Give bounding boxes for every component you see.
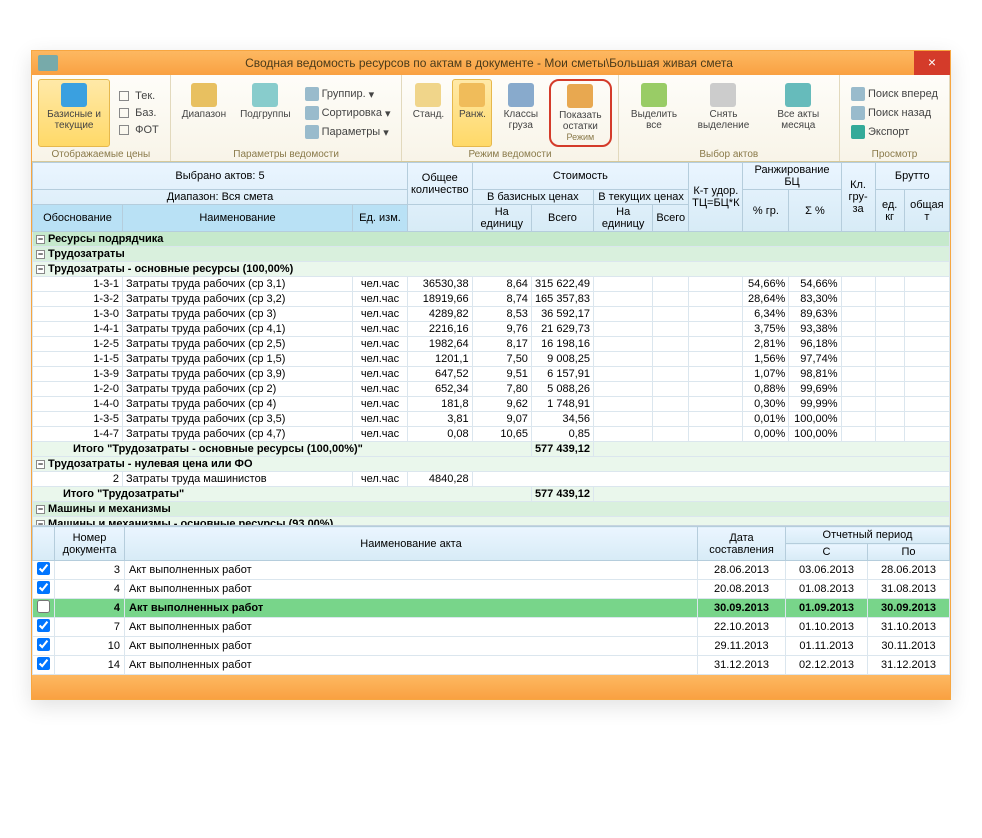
select-all-icon — [641, 83, 667, 107]
ribbon-group-view: Поиск вперед Поиск назад Экспорт Просмот… — [840, 75, 950, 161]
ribbon-group-mode: Станд. Ранж. Классы груза Показать остат… — [402, 75, 618, 161]
cargo-icon — [508, 83, 534, 107]
col-brutto: Брутто — [875, 163, 949, 190]
acts-panel: Номер документа Наименование акта Дата с… — [32, 526, 950, 675]
total-row: Итого "Трудозатраты - основные ресурсы (… — [33, 442, 950, 457]
deselect-icon — [710, 83, 736, 107]
btn-subgroups[interactable]: Подгруппы — [235, 79, 295, 147]
ribbon-group-params: Диапазон Подгруппы Группир. ▾ Сортировка… — [171, 75, 403, 161]
subgroups-icon — [252, 83, 278, 107]
expander-icon[interactable]: − — [36, 265, 45, 274]
act-checkbox[interactable] — [37, 638, 50, 651]
sort-icon — [305, 106, 319, 120]
export-icon — [851, 125, 865, 139]
btn-find-next[interactable]: Поиск вперед — [846, 85, 943, 103]
act-row[interactable]: 10Акт выполненных работ29.11.201301.11.2… — [33, 637, 950, 656]
btn-deselect[interactable]: Снять выделение — [687, 79, 759, 147]
btn-standard[interactable]: Станд. — [408, 79, 448, 147]
col-kt: К-т удор. ТЦ=БЦ*К — [689, 163, 743, 232]
resource-row[interactable]: 1-4-0Затраты труда рабочих (ср 4)чел.час… — [33, 397, 950, 412]
resource-row[interactable]: 1-3-0Затраты труда рабочих (ср 3)чел.час… — [33, 307, 950, 322]
col-cost: Стоимость — [472, 163, 689, 190]
section-row[interactable]: −Машины и механизмы — [33, 502, 950, 517]
resource-row[interactable]: 1-3-2Затраты труда рабочих (ср 3,2)чел.ч… — [33, 292, 950, 307]
btn-select-all[interactable]: Выделить все — [625, 79, 684, 147]
month-acts-icon — [785, 83, 811, 107]
selected-acts-label: Выбрано актов: 5 — [175, 170, 264, 182]
act-checkbox[interactable] — [37, 562, 50, 575]
act-row[interactable]: 4Акт выполненных работ30.09.201301.09.20… — [33, 599, 950, 618]
act-checkbox[interactable] — [37, 657, 50, 670]
resource-row[interactable]: 2Затраты труда машинистовчел.час4840,28 — [33, 472, 950, 487]
search-fwd-icon — [851, 87, 865, 101]
col-rank: Ранжирование БЦ — [743, 163, 841, 190]
btn-export[interactable]: Экспорт — [846, 123, 943, 141]
btn-all-month-acts[interactable]: Все акты месяца — [764, 79, 833, 147]
act-row[interactable]: 14Акт выполненных работ31.12.201302.12.2… — [33, 656, 950, 675]
range-icon — [191, 83, 217, 107]
act-checkbox[interactable] — [37, 600, 50, 613]
params-icon — [305, 125, 319, 139]
ribbon-group-acts: Выделить все Снять выделение Все акты ме… — [619, 75, 840, 161]
btn-show-remainders[interactable]: Показать остаткиРежим — [549, 79, 611, 147]
col-name[interactable]: Наименование — [123, 205, 353, 232]
btn-ranked[interactable]: Ранж. — [452, 79, 492, 147]
resource-row[interactable]: 1-4-7Затраты труда рабочих (ср 4,7)чел.ч… — [33, 427, 950, 442]
btn-cargo-classes[interactable]: Классы груза — [496, 79, 545, 147]
ribbon-group-prices: Базисные и текущие Тек. Баз. ФОТ Отображ… — [32, 75, 171, 161]
act-row[interactable]: 3Акт выполненных работ28.06.201303.06.20… — [33, 561, 950, 580]
section-row[interactable]: −Трудозатраты - основные ресурсы (100,00… — [33, 262, 950, 277]
expander-icon[interactable]: − — [36, 505, 45, 514]
col-obosn[interactable]: Обоснование — [33, 205, 123, 232]
expander-icon[interactable]: − — [36, 460, 45, 469]
resource-row[interactable]: 1-4-1Затраты труда рабочих (ср 4,1)чел.ч… — [33, 322, 950, 337]
titlebar: Сводная ведомость ресурсов по актам в до… — [32, 51, 950, 75]
act-checkbox[interactable] — [37, 619, 50, 632]
resource-row[interactable]: 1-2-5Затраты труда рабочих (ср 2,5)чел.ч… — [33, 337, 950, 352]
app-window: Сводная ведомость ресурсов по актам в до… — [31, 50, 951, 700]
window-title: Сводная ведомость ресурсов по актам в до… — [64, 56, 914, 70]
btn-group[interactable]: Группир. ▾ — [300, 85, 396, 103]
resource-row[interactable]: 1-1-5Затраты труда рабочих (ср 1,5)чел.ч… — [33, 352, 950, 367]
ribbon: Базисные и текущие Тек. Баз. ФОТ Отображ… — [32, 75, 950, 162]
grid-scroll[interactable]: Выбрано актов: 5 Общее количество Стоимо… — [32, 162, 950, 526]
act-row[interactable]: 4Акт выполненных работ20.08.201301.08.20… — [33, 580, 950, 599]
act-checkbox[interactable] — [37, 581, 50, 594]
total-row: Итого "Трудозатраты"577 439,12 — [33, 487, 950, 502]
app-icon — [38, 55, 58, 71]
btn-fot[interactable]: ФОТ — [114, 122, 164, 138]
btn-base-and-current[interactable]: Базисные и текущие — [38, 79, 110, 147]
btn-sort[interactable]: Сортировка ▾ — [300, 104, 396, 122]
expander-icon[interactable]: − — [36, 235, 45, 244]
section-row[interactable]: −Трудозатраты — [33, 247, 950, 262]
resource-row[interactable]: 1-3-1Затраты труда рабочих (ср 3,1)чел.ч… — [33, 277, 950, 292]
prices-icon — [61, 83, 87, 107]
btn-base[interactable]: Баз. — [114, 105, 164, 121]
btn-params[interactable]: Параметры ▾ — [300, 123, 396, 141]
statusbar — [32, 675, 950, 699]
btn-current[interactable]: Тек. — [114, 88, 164, 104]
expander-icon[interactable]: − — [36, 520, 45, 526]
group-icon — [305, 87, 319, 101]
resource-row[interactable]: 1-2-0Затраты труда рабочих (ср 2)чел.час… — [33, 382, 950, 397]
resource-grid: Выбрано актов: 5 Общее количество Стоимо… — [32, 162, 950, 526]
col-unit[interactable]: Ед. изм. — [353, 205, 408, 232]
btn-range[interactable]: Диапазон — [177, 79, 231, 147]
ranked-icon — [459, 83, 485, 107]
resource-row[interactable]: 1-3-9Затраты труда рабочих (ср 3,9)чел.ч… — [33, 367, 950, 382]
standard-icon — [415, 83, 441, 107]
expander-icon[interactable]: − — [36, 250, 45, 259]
section-row[interactable]: −Машины и механизмы - основные ресурсы (… — [33, 517, 950, 527]
close-button[interactable]: × — [914, 51, 950, 75]
act-row[interactable]: 7Акт выполненных работ22.10.201301.10.20… — [33, 618, 950, 637]
section-row[interactable]: −Ресурсы подрядчика — [33, 232, 950, 247]
search-back-icon — [851, 106, 865, 120]
col-qty: Общее количество — [408, 163, 473, 205]
btn-find-prev[interactable]: Поиск назад — [846, 104, 943, 122]
col-klg: Кл. гру- за — [841, 163, 875, 232]
remainders-icon — [567, 84, 593, 108]
section-row[interactable]: −Трудозатраты - нулевая цена или ФО — [33, 457, 950, 472]
resource-row[interactable]: 1-3-5Затраты труда рабочих (ср 3,5)чел.ч… — [33, 412, 950, 427]
